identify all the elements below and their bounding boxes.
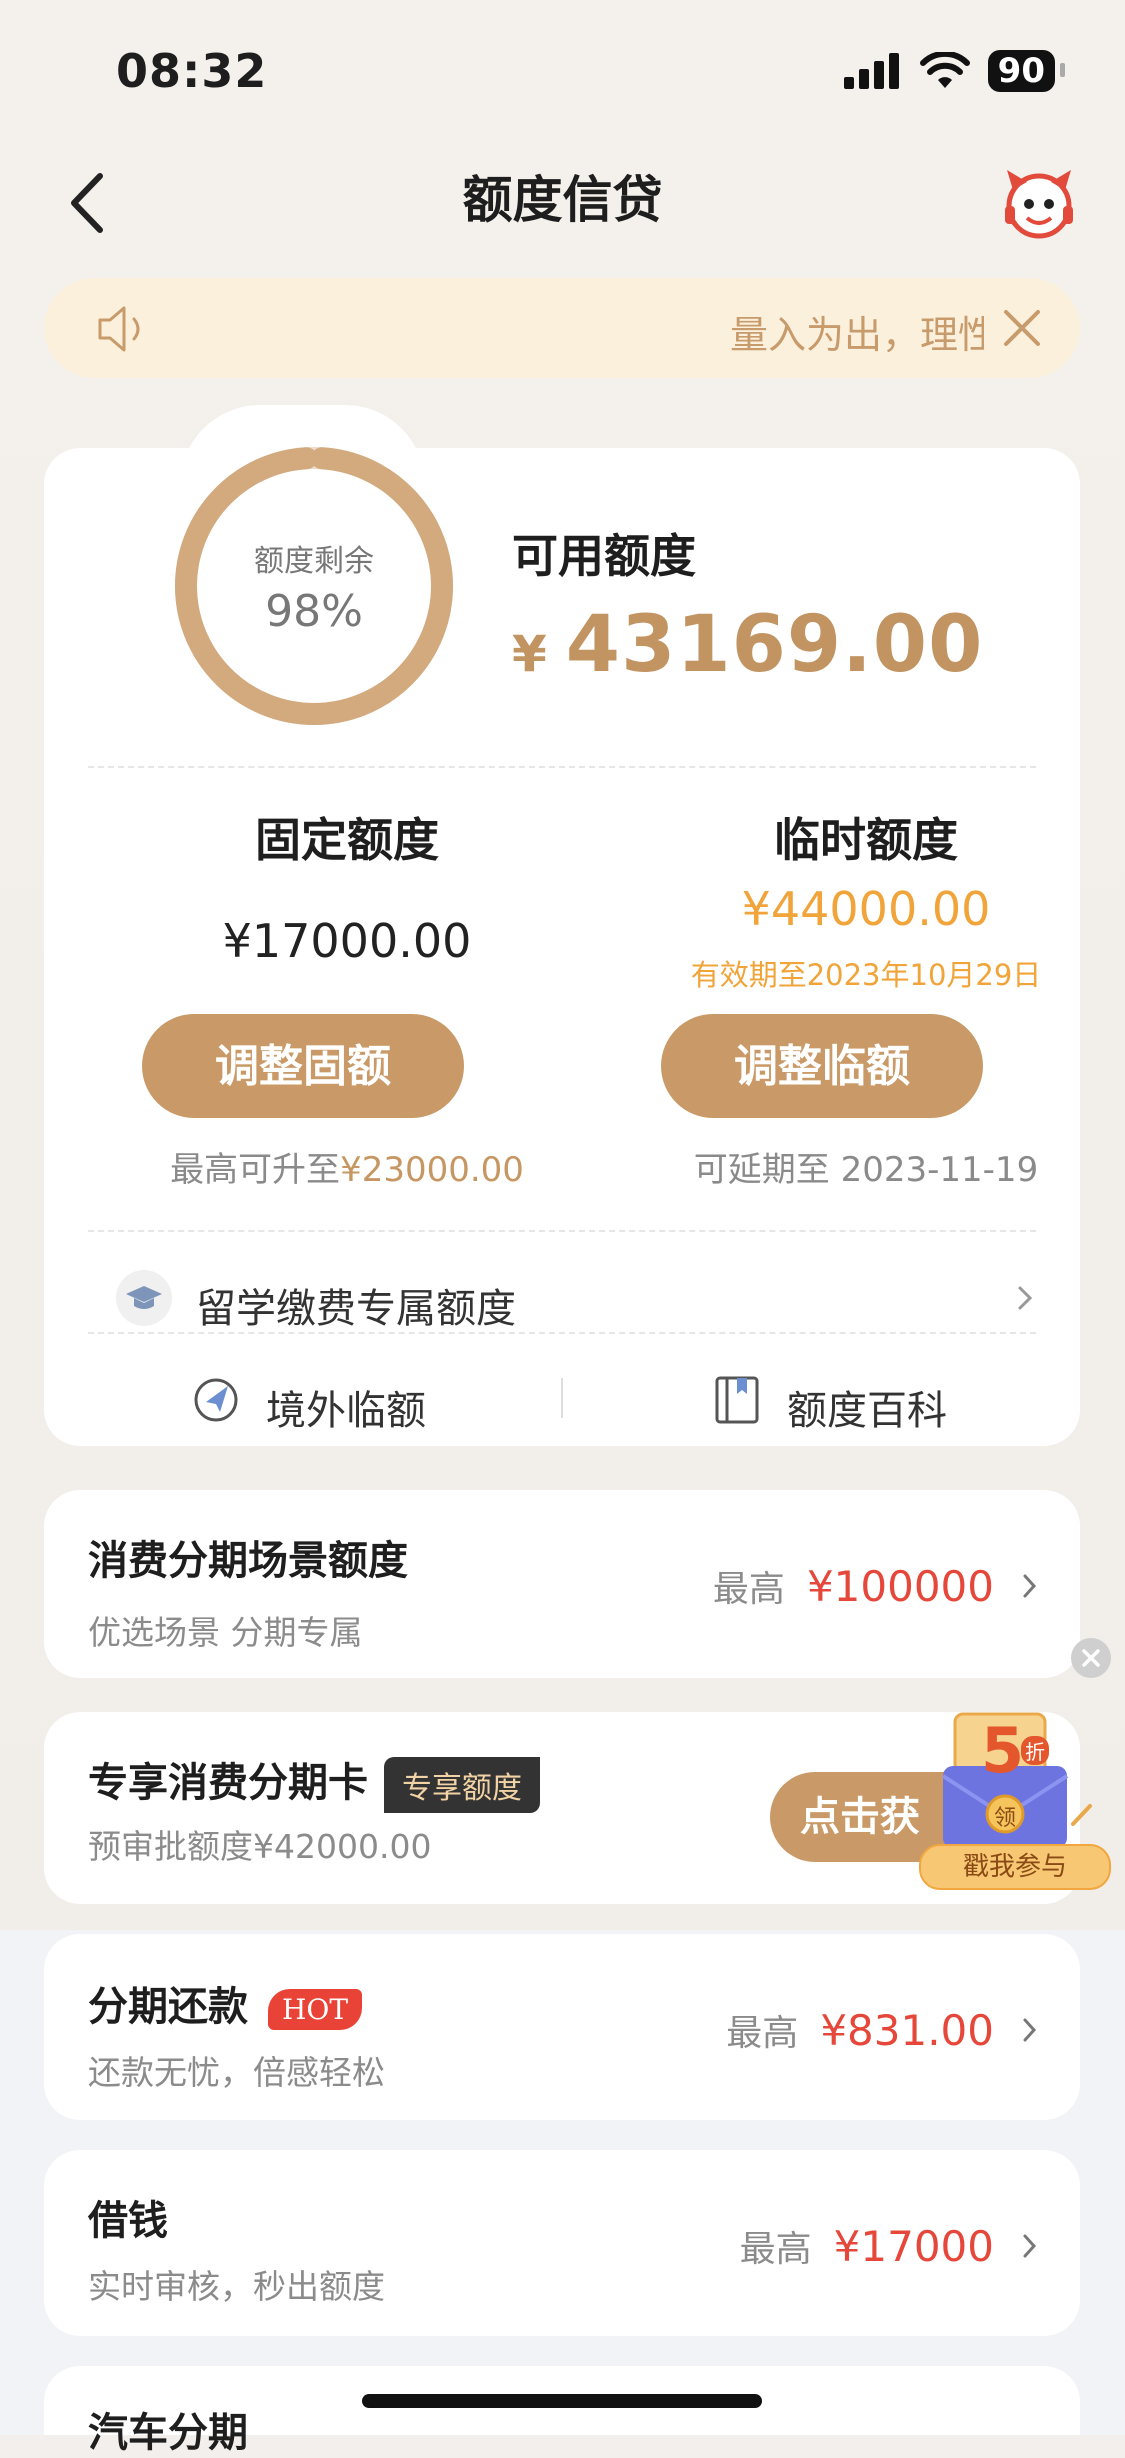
study-abroad-label: 留学缴费专属额度 (196, 1286, 516, 1332)
promo-coin: 领 (993, 1806, 1016, 1831)
fixed-credit-amount: ¥17000.00 (222, 914, 472, 968)
list-item-installment-scene[interactable]: 消费分期场景额度 优选场景 分期专属 最高 ¥100000 (44, 1490, 1080, 1678)
credit-wiki-label: 额度百科 (787, 1388, 947, 1434)
status-icons: 90 (843, 50, 1066, 92)
promo-cta[interactable]: 戳我参与 (919, 1844, 1111, 1890)
promo-badge-unit: 折 (1021, 1736, 1049, 1765)
item-subtitle: 实时审核，秒出额度 (88, 2267, 385, 2306)
book-icon (715, 1376, 759, 1424)
item-subtitle: 还款无忧，倍感轻松 (88, 2053, 385, 2092)
wifi-icon (919, 52, 970, 88)
list-item-borrow[interactable]: 借钱 实时审核，秒出额度 最高 ¥17000 (44, 2150, 1080, 2336)
close-icon[interactable] (1000, 306, 1044, 350)
currency-symbol: ¥ (512, 625, 548, 683)
notice-bar: 量入为出，理性消费 (44, 278, 1080, 378)
adjust-temp-button[interactable]: 调整临额 (661, 1014, 983, 1118)
amount-prefix: 最高 (712, 1569, 785, 1610)
home-indicator (362, 2394, 762, 2408)
list-item-installment-repay[interactable]: 分期还款 HOT 还款无忧，倍感轻松 最高 ¥831.00 (44, 1934, 1080, 2120)
item-title-text: 专享消费分期卡 (88, 1760, 368, 1806)
battery-indicator: 90 (987, 50, 1066, 92)
item-amount-group: 最高 ¥17000 (740, 2220, 1040, 2272)
amount-prefix: 最高 (726, 2013, 799, 2054)
temp-credit-amount: ¥44000.00 (741, 882, 991, 936)
fixed-footer-value: ¥23000.00 (340, 1150, 524, 1190)
credit-card-panel: 额度剩余 98% 可用额度 ¥43169.00 固定额度 ¥17000.00 调… (44, 447, 1080, 1448)
item-title-text: 分期还款 (88, 1984, 248, 2030)
amount-value: ¥100000 (806, 1561, 994, 1611)
fixed-credit-title: 固定额度 (255, 813, 439, 867)
divider (88, 1230, 1036, 1232)
chevron-right-icon (1023, 2018, 1037, 2042)
amount-prefix: 最高 (739, 2229, 812, 2270)
airplane-icon (194, 1378, 238, 1422)
temp-credit-footer: 可延期至 2023-11-19 (693, 1150, 1039, 1190)
amount-value: ¥831.00 (820, 2005, 994, 2055)
item-amount-group: 最高 ¥831.00 (726, 2004, 1040, 2056)
promo-badge-number: 5 (981, 1714, 1025, 1787)
chevron-right-icon (1018, 1286, 1033, 1310)
fixed-credit-footer: 最高可升至¥23000.00 (117, 1142, 577, 1191)
chevron-right-icon (1023, 2234, 1037, 2258)
credit-wiki-tool[interactable]: 额度百科 (709, 1348, 969, 1448)
item-title: 汽车分期 (88, 2410, 248, 2456)
chevron-right-icon (1023, 1574, 1037, 1598)
promo-close-button[interactable] (1071, 1638, 1111, 1678)
amount-value: ¥17000 (833, 2221, 994, 2271)
tool-divider (561, 1378, 563, 1418)
graduation-cap-icon (116, 1270, 172, 1326)
hot-badge: HOT (268, 1988, 363, 2030)
overseas-temp-credit-tool[interactable]: 境外临额 (188, 1348, 448, 1448)
fixed-footer-prefix: 最高可升至 (170, 1150, 341, 1190)
close-icon (1082, 1649, 1100, 1667)
item-title: 专享消费分期卡 专享额度 (88, 1750, 540, 1813)
page-title: 额度信贷 (462, 171, 663, 229)
divider (88, 766, 1036, 768)
notice-text: 量入为出，理性消费 (730, 313, 984, 357)
exclusive-tag: 专享额度 (384, 1757, 540, 1813)
divider (88, 1332, 1036, 1334)
promo-float-widget[interactable]: 5 折 领 戳我参与 (919, 1706, 1111, 1890)
item-subtitle: 优选场景 分期专属 (88, 1613, 363, 1652)
item-amount-group: 最高 ¥100000 (713, 1560, 1040, 1612)
item-title: 分期还款 HOT (88, 1974, 363, 2032)
ring-label: 额度剩余 (254, 544, 374, 579)
temp-credit-title: 临时额度 (774, 813, 958, 867)
item-subtitle: 预审批额度¥42000.00 (88, 1827, 432, 1866)
mascot-service-icon[interactable] (997, 160, 1081, 244)
item-title: 消费分期场景额度 (88, 1538, 408, 1584)
speaker-icon (98, 306, 140, 352)
signal-icon (843, 53, 899, 89)
overseas-temp-credit-label: 境外临额 (266, 1388, 426, 1434)
available-label: 可用额度 (512, 529, 696, 583)
ring-percent: 98% (265, 586, 363, 637)
adjust-fixed-button[interactable]: 调整固额 (142, 1014, 464, 1118)
available-amount: ¥43169.00 (512, 600, 983, 690)
available-amount-value: 43169.00 (565, 600, 984, 690)
status-time: 08:32 (116, 44, 268, 98)
item-title: 借钱 (88, 2198, 168, 2244)
temp-credit-validity: 有效期至2023年10月29日 (690, 958, 1042, 992)
